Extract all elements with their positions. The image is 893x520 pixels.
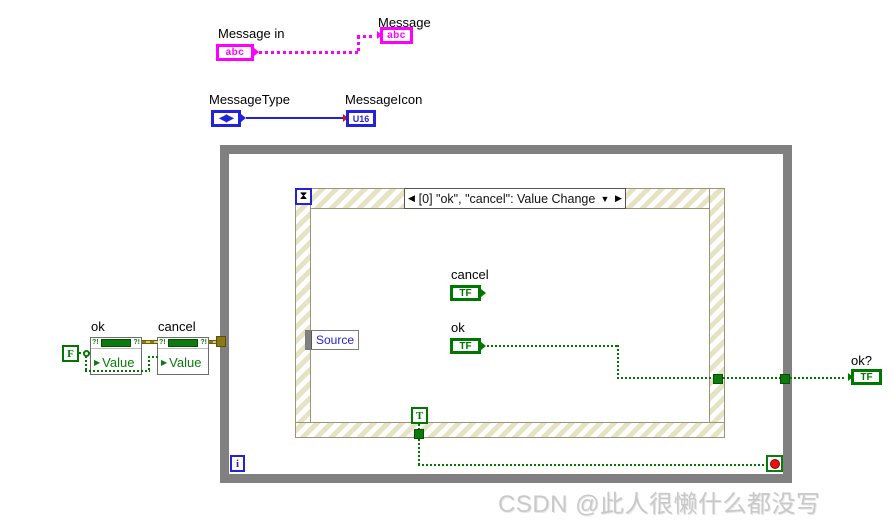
terminal-message-inner: abc [382,29,411,42]
label-message-icon: MessageIcon [345,92,423,107]
property-node-ok-ref-bar [100,339,132,347]
block-diagram-canvas: Message in abc Message abc MessageType ◀… [0,0,893,520]
output-arrow-event-ok [481,342,486,350]
wire-false-to-branch [79,352,85,354]
event-source-node-label: Source [315,333,355,347]
wire-loop-to-ok-out [790,377,844,379]
event-structure-right-border [709,188,725,438]
wire-event-ok-seg2 [617,345,619,379]
event-structure-left-border [295,188,311,438]
property-node-cancel-header: ?! ?! [158,338,208,349]
property-node-cancel-left-glyph: ?! [159,339,166,346]
case-selector-left-arrow[interactable]: ◀ [405,189,418,208]
terminal-message-type-inner: ◀▶ [213,112,239,125]
property-node-cancel[interactable]: ?! ?! ▶ Value [157,337,209,375]
output-arrow-event-cancel [481,289,486,297]
wire-message-in-vertical [357,36,360,53]
event-structure-output-tunnel[interactable] [713,374,723,384]
terminal-event-ok-inner: TF [452,340,479,352]
property-node-ok-header: ?! ?! [91,338,141,349]
label-prop-cancel: cancel [158,319,196,334]
stop-icon [769,458,780,469]
terminal-message[interactable]: abc [380,27,413,44]
property-node-cancel-ref-bar [167,339,199,347]
wire-message-in-horizontal [259,51,358,54]
event-source-node[interactable]: Source [305,330,359,350]
property-node-ok-right-glyph: ?! [133,339,140,346]
property-node-cancel-body: ▶ Value [161,354,202,370]
timeout-hourglass-icon[interactable]: ⧗ [295,188,312,205]
event-structure[interactable] [295,188,725,438]
while-loop-output-tunnel[interactable] [780,374,790,384]
while-loop-reference-tunnel[interactable] [216,336,226,347]
terminal-event-cancel[interactable]: TF [450,285,481,301]
label-event-cancel: cancel [451,267,489,282]
wire-true-const-seg2 [418,439,420,466]
terminal-event-cancel-inner: TF [452,287,479,299]
terminal-message-in-inner: abc [218,46,252,59]
wire-true-const-seg3 [418,464,767,466]
case-selector-right-arrow[interactable]: ▶ [612,189,625,208]
label-prop-ok: ok [91,319,105,334]
property-node-ok-left-glyph: ?! [92,339,99,346]
terminal-message-in[interactable]: abc [216,44,254,61]
boolean-constant-true[interactable]: T [411,407,428,424]
wire-message-type [246,117,344,119]
event-structure-bottom-border [295,422,725,438]
iteration-terminal-i[interactable]: i [230,455,245,472]
wire-event-ok-seg3 [617,377,722,379]
label-message-type: MessageType [209,92,290,107]
csdn-watermark: CSDN @此人很懒什么都没写 [498,491,821,518]
wire-branch-into-cancel-value [148,356,159,358]
terminal-ok-out-inner: TF [853,371,880,383]
terminal-message-type[interactable]: ◀▶ [211,110,241,127]
wire-event-ok-seg1 [487,345,619,347]
case-selector-dropdown-icon[interactable]: ▼ [598,189,612,208]
wire-branch-to-ok-value [88,352,92,354]
wire-branch-across [85,370,150,372]
label-event-ok: ok [451,320,465,335]
label-message-in: Message in [218,26,285,41]
wire-reference-between-props [142,340,158,344]
terminal-message-icon-inner: U16 [348,112,374,125]
event-case-selector[interactable]: ◀ [0] "ok", "cancel": Value Change ▼ ▶ [404,188,626,209]
property-node-cancel-property: Value [169,354,202,370]
terminal-message-icon[interactable]: U16 [346,110,376,127]
property-node-ok-property: Value [102,354,135,370]
wire-tunnel-to-loop [723,377,783,379]
case-selector-label: [0] "ok", "cancel": Value Change [418,191,596,206]
boolean-constant-false[interactable]: F [62,345,79,362]
wire-message-top-horizontal [357,35,375,38]
label-ok-out: ok? [851,353,872,368]
property-node-cancel-right-glyph: ?! [200,339,207,346]
stop-condition-terminal[interactable] [766,455,783,472]
event-structure-bottom-tunnel[interactable] [414,429,424,439]
wire-branch-up-to-cancel [148,356,150,372]
terminal-ok-out[interactable]: TF [851,369,882,385]
terminal-event-ok[interactable]: TF [450,338,481,354]
